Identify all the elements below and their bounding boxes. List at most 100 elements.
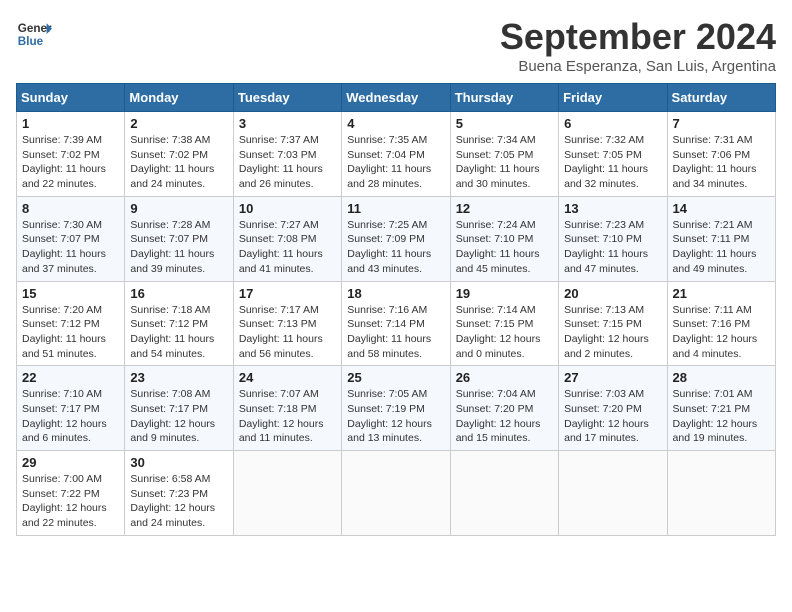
day-info: Sunrise: 7:08 AMSunset: 7:17 PMDaylight:… — [130, 387, 227, 446]
day-info: Sunrise: 7:16 AMSunset: 7:14 PMDaylight:… — [347, 303, 444, 362]
day-number: 24 — [239, 370, 336, 385]
calendar-table: SundayMondayTuesdayWednesdayThursdayFrid… — [16, 83, 776, 536]
day-info: Sunrise: 7:01 AMSunset: 7:21 PMDaylight:… — [673, 387, 770, 446]
day-number: 1 — [22, 116, 119, 131]
weekday-header-monday: Monday — [125, 84, 233, 112]
day-info: Sunrise: 7:18 AMSunset: 7:12 PMDaylight:… — [130, 303, 227, 362]
calendar-cell: 5 Sunrise: 7:34 AMSunset: 7:05 PMDayligh… — [450, 112, 558, 197]
day-info: Sunrise: 7:04 AMSunset: 7:20 PMDaylight:… — [456, 387, 553, 446]
calendar-cell: 7 Sunrise: 7:31 AMSunset: 7:06 PMDayligh… — [667, 112, 775, 197]
day-number: 27 — [564, 370, 661, 385]
day-info: Sunrise: 7:11 AMSunset: 7:16 PMDaylight:… — [673, 303, 770, 362]
weekday-header-sunday: Sunday — [17, 84, 125, 112]
calendar-cell: 1 Sunrise: 7:39 AMSunset: 7:02 PMDayligh… — [17, 112, 125, 197]
svg-text:Blue: Blue — [18, 35, 44, 48]
calendar-cell — [233, 451, 341, 536]
day-number: 23 — [130, 370, 227, 385]
calendar-cell — [559, 451, 667, 536]
calendar-cell: 16 Sunrise: 7:18 AMSunset: 7:12 PMDaylig… — [125, 281, 233, 366]
page-header: General Blue September 2024 Buena Espera… — [16, 16, 776, 75]
day-info: Sunrise: 7:20 AMSunset: 7:12 PMDaylight:… — [22, 303, 119, 362]
day-number: 21 — [673, 286, 770, 301]
calendar-cell: 20 Sunrise: 7:13 AMSunset: 7:15 PMDaylig… — [559, 281, 667, 366]
day-number: 11 — [347, 201, 444, 216]
calendar-cell — [342, 451, 450, 536]
weekday-header-thursday: Thursday — [450, 84, 558, 112]
calendar-cell: 11 Sunrise: 7:25 AMSunset: 7:09 PMDaylig… — [342, 196, 450, 281]
day-info: Sunrise: 7:34 AMSunset: 7:05 PMDaylight:… — [456, 133, 553, 192]
day-number: 17 — [239, 286, 336, 301]
day-info: Sunrise: 7:00 AMSunset: 7:22 PMDaylight:… — [22, 472, 119, 531]
day-number: 18 — [347, 286, 444, 301]
day-info: Sunrise: 7:38 AMSunset: 7:02 PMDaylight:… — [130, 133, 227, 192]
day-number: 12 — [456, 201, 553, 216]
weekday-header-friday: Friday — [559, 84, 667, 112]
calendar-cell: 18 Sunrise: 7:16 AMSunset: 7:14 PMDaylig… — [342, 281, 450, 366]
day-number: 19 — [456, 286, 553, 301]
day-info: Sunrise: 7:13 AMSunset: 7:15 PMDaylight:… — [564, 303, 661, 362]
calendar-cell: 15 Sunrise: 7:20 AMSunset: 7:12 PMDaylig… — [17, 281, 125, 366]
day-info: Sunrise: 6:58 AMSunset: 7:23 PMDaylight:… — [130, 472, 227, 531]
day-number: 4 — [347, 116, 444, 131]
weekday-header-row: SundayMondayTuesdayWednesdayThursdayFrid… — [17, 84, 776, 112]
day-info: Sunrise: 7:25 AMSunset: 7:09 PMDaylight:… — [347, 218, 444, 277]
day-number: 6 — [564, 116, 661, 131]
day-number: 30 — [130, 455, 227, 470]
day-number: 3 — [239, 116, 336, 131]
calendar-cell: 8 Sunrise: 7:30 AMSunset: 7:07 PMDayligh… — [17, 196, 125, 281]
day-number: 25 — [347, 370, 444, 385]
day-info: Sunrise: 7:30 AMSunset: 7:07 PMDaylight:… — [22, 218, 119, 277]
calendar-cell: 4 Sunrise: 7:35 AMSunset: 7:04 PMDayligh… — [342, 112, 450, 197]
calendar-week-5: 29 Sunrise: 7:00 AMSunset: 7:22 PMDaylig… — [17, 451, 776, 536]
day-number: 22 — [22, 370, 119, 385]
calendar-cell: 3 Sunrise: 7:37 AMSunset: 7:03 PMDayligh… — [233, 112, 341, 197]
calendar-cell — [667, 451, 775, 536]
day-info: Sunrise: 7:35 AMSunset: 7:04 PMDaylight:… — [347, 133, 444, 192]
day-info: Sunrise: 7:10 AMSunset: 7:17 PMDaylight:… — [22, 387, 119, 446]
day-number: 9 — [130, 201, 227, 216]
calendar-cell: 23 Sunrise: 7:08 AMSunset: 7:17 PMDaylig… — [125, 366, 233, 451]
calendar-cell: 25 Sunrise: 7:05 AMSunset: 7:19 PMDaylig… — [342, 366, 450, 451]
weekday-header-tuesday: Tuesday — [233, 84, 341, 112]
calendar-cell: 19 Sunrise: 7:14 AMSunset: 7:15 PMDaylig… — [450, 281, 558, 366]
calendar-week-4: 22 Sunrise: 7:10 AMSunset: 7:17 PMDaylig… — [17, 366, 776, 451]
calendar-cell: 21 Sunrise: 7:11 AMSunset: 7:16 PMDaylig… — [667, 281, 775, 366]
day-number: 14 — [673, 201, 770, 216]
day-info: Sunrise: 7:03 AMSunset: 7:20 PMDaylight:… — [564, 387, 661, 446]
logo-icon: General Blue — [16, 16, 52, 52]
day-number: 8 — [22, 201, 119, 216]
calendar-cell: 17 Sunrise: 7:17 AMSunset: 7:13 PMDaylig… — [233, 281, 341, 366]
day-info: Sunrise: 7:23 AMSunset: 7:10 PMDaylight:… — [564, 218, 661, 277]
day-info: Sunrise: 7:27 AMSunset: 7:08 PMDaylight:… — [239, 218, 336, 277]
day-info: Sunrise: 7:07 AMSunset: 7:18 PMDaylight:… — [239, 387, 336, 446]
day-number: 5 — [456, 116, 553, 131]
location: Buena Esperanza, San Luis, Argentina — [500, 58, 776, 75]
day-number: 10 — [239, 201, 336, 216]
weekday-header-saturday: Saturday — [667, 84, 775, 112]
weekday-header-wednesday: Wednesday — [342, 84, 450, 112]
day-number: 29 — [22, 455, 119, 470]
day-number: 20 — [564, 286, 661, 301]
day-number: 26 — [456, 370, 553, 385]
calendar-week-1: 1 Sunrise: 7:39 AMSunset: 7:02 PMDayligh… — [17, 112, 776, 197]
calendar-week-3: 15 Sunrise: 7:20 AMSunset: 7:12 PMDaylig… — [17, 281, 776, 366]
month-title: September 2024 — [500, 16, 776, 58]
day-number: 13 — [564, 201, 661, 216]
day-info: Sunrise: 7:32 AMSunset: 7:05 PMDaylight:… — [564, 133, 661, 192]
day-info: Sunrise: 7:28 AMSunset: 7:07 PMDaylight:… — [130, 218, 227, 277]
calendar-cell: 13 Sunrise: 7:23 AMSunset: 7:10 PMDaylig… — [559, 196, 667, 281]
calendar-cell: 24 Sunrise: 7:07 AMSunset: 7:18 PMDaylig… — [233, 366, 341, 451]
calendar-cell: 2 Sunrise: 7:38 AMSunset: 7:02 PMDayligh… — [125, 112, 233, 197]
day-number: 2 — [130, 116, 227, 131]
day-number: 7 — [673, 116, 770, 131]
day-number: 16 — [130, 286, 227, 301]
day-info: Sunrise: 7:39 AMSunset: 7:02 PMDaylight:… — [22, 133, 119, 192]
calendar-cell: 10 Sunrise: 7:27 AMSunset: 7:08 PMDaylig… — [233, 196, 341, 281]
calendar-cell: 30 Sunrise: 6:58 AMSunset: 7:23 PMDaylig… — [125, 451, 233, 536]
title-section: September 2024 Buena Esperanza, San Luis… — [500, 16, 776, 75]
calendar-week-2: 8 Sunrise: 7:30 AMSunset: 7:07 PMDayligh… — [17, 196, 776, 281]
calendar-cell: 28 Sunrise: 7:01 AMSunset: 7:21 PMDaylig… — [667, 366, 775, 451]
calendar-cell: 26 Sunrise: 7:04 AMSunset: 7:20 PMDaylig… — [450, 366, 558, 451]
calendar-cell: 6 Sunrise: 7:32 AMSunset: 7:05 PMDayligh… — [559, 112, 667, 197]
day-info: Sunrise: 7:14 AMSunset: 7:15 PMDaylight:… — [456, 303, 553, 362]
